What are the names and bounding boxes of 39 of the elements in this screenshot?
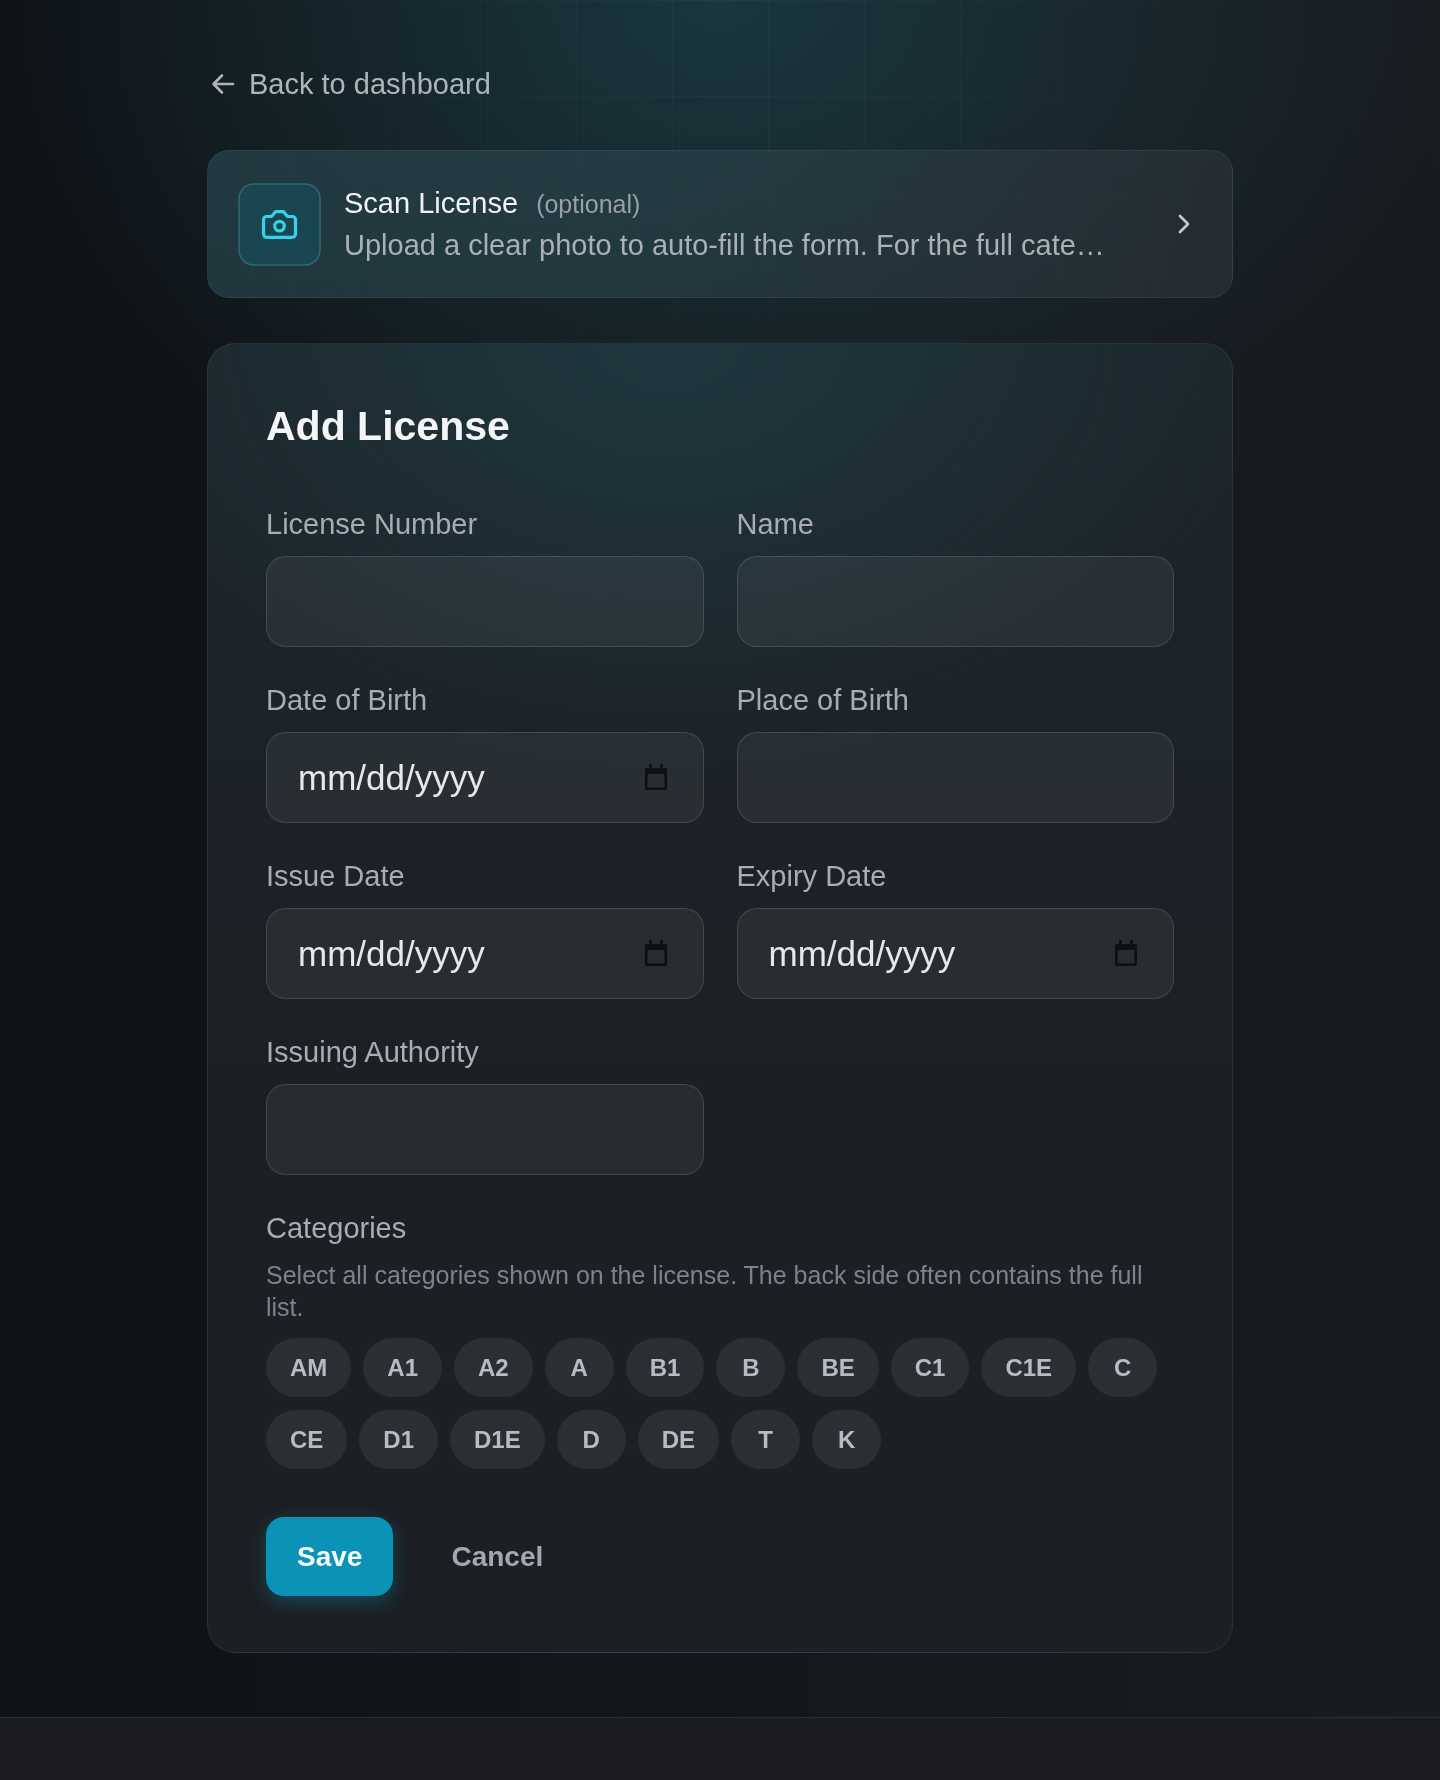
optional-label: (optional) (536, 189, 641, 220)
calendar-icon[interactable] (643, 764, 668, 790)
chevron-right-icon (1178, 214, 1190, 234)
category-chip[interactable]: D1 (359, 1410, 439, 1469)
field-label: License Number (266, 508, 479, 540)
scan-title: Scan License (344, 186, 519, 220)
field-label: Date of Birth (266, 684, 429, 716)
field-label: Name (736, 508, 815, 540)
category-chip[interactable]: DE (637, 1410, 720, 1469)
scan-description: Upload a clear photo to auto-fill the form. For the full cate… (344, 228, 1106, 262)
field-label: Expiry Date (736, 860, 888, 892)
category-chip[interactable]: D (556, 1410, 626, 1469)
category-chip[interactable]: C (1088, 1338, 1158, 1397)
category-chip[interactable]: A1 (363, 1338, 442, 1397)
categories-hint: Select all categories shown on the license. The back side often contains the full list. (266, 1260, 1144, 1323)
category-chip[interactable]: D1E (450, 1410, 545, 1469)
category-chip[interactable]: A2 (454, 1338, 533, 1397)
back-link[interactable]: Back to dashboard (211, 67, 491, 101)
form-title: Add License (266, 402, 511, 450)
camera-icon (238, 182, 321, 266)
category-chip[interactable]: C1E (981, 1338, 1077, 1397)
category-chip[interactable]: B (716, 1338, 786, 1397)
category-chip[interactable]: CE (266, 1410, 348, 1469)
category-chip[interactable]: BE (797, 1338, 879, 1397)
category-chip[interactable]: AM (266, 1338, 352, 1397)
cancel-button[interactable]: Cancel (451, 1540, 544, 1573)
category-chip[interactable]: K (812, 1410, 882, 1469)
field-label: Issuing Authority (266, 1036, 480, 1068)
field-label: Place of Birth (736, 684, 910, 716)
categories-label: Categories (266, 1212, 408, 1244)
calendar-icon[interactable] (643, 940, 668, 966)
calendar-icon[interactable] (1114, 940, 1138, 966)
arrow-left-icon (211, 73, 235, 95)
category-chip[interactable]: A (544, 1338, 614, 1397)
category-chip[interactable]: C1 (890, 1338, 970, 1397)
scan-license-card[interactable]: Scan License (optional) Upload a clear photo to auto-fill the form. For the full cate… (207, 150, 1233, 298)
category-chip[interactable]: T (731, 1410, 801, 1469)
field-label: Issue Date (266, 860, 406, 892)
category-chip[interactable]: B1 (625, 1338, 705, 1397)
